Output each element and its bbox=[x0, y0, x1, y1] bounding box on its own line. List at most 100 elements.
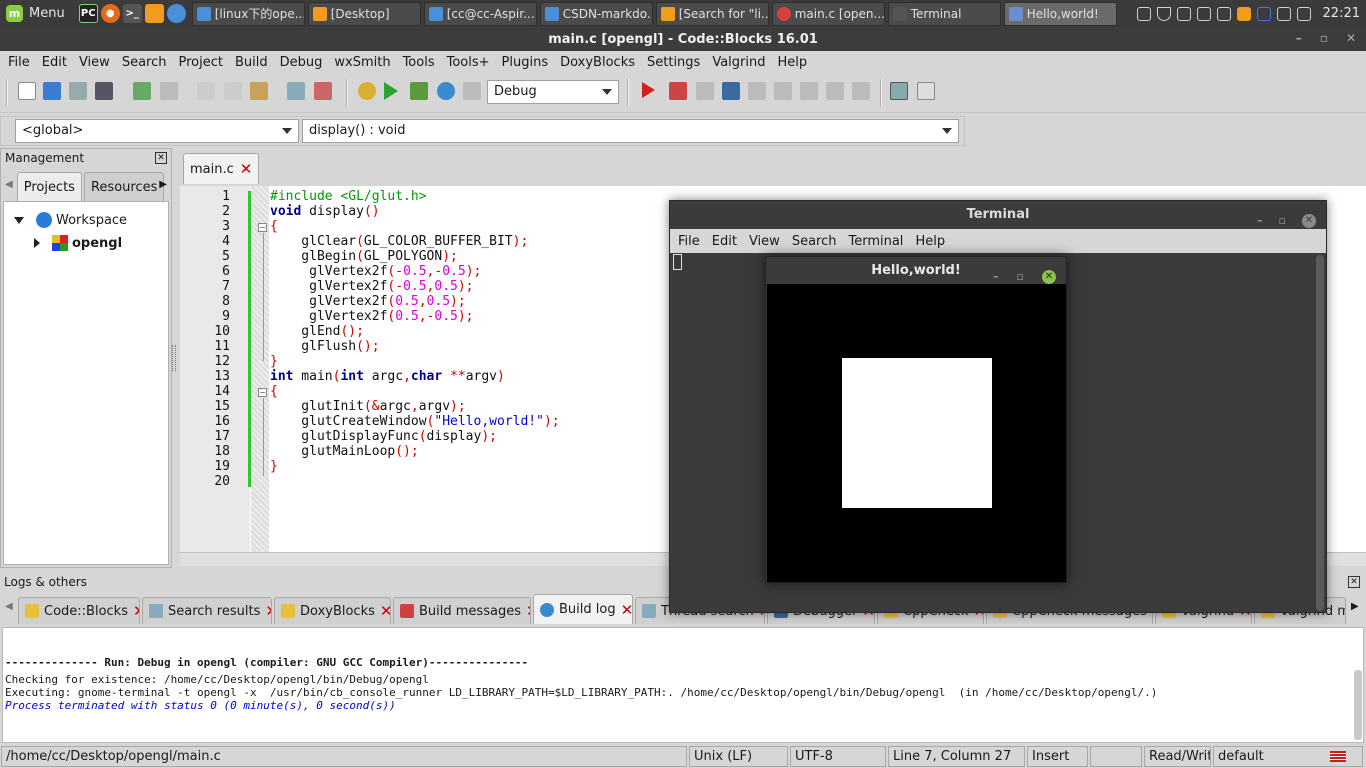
opengl-canvas[interactable] bbox=[767, 284, 1066, 582]
step-out-icon[interactable] bbox=[748, 82, 766, 100]
close-tab-icon[interactable]: ✕ bbox=[621, 601, 632, 619]
taskbar-item[interactable]: [Desktop] bbox=[307, 1, 421, 26]
abort-icon[interactable] bbox=[463, 82, 481, 100]
scroll-right-icon[interactable]: ▶ bbox=[1351, 601, 1359, 612]
menu-file[interactable]: File bbox=[2, 55, 36, 70]
stop-icon[interactable] bbox=[852, 82, 870, 100]
build-gear-icon[interactable] bbox=[358, 82, 376, 100]
log-scrollbar[interactable] bbox=[1354, 670, 1362, 740]
replace-icon[interactable] bbox=[314, 82, 332, 100]
terminal-launcher-icon[interactable]: >_ bbox=[122, 4, 142, 23]
close-tab-icon[interactable]: ✕ bbox=[133, 602, 139, 620]
tree-node-workspace[interactable]: Workspace bbox=[14, 212, 127, 228]
taskbar-item[interactable]: Hello,world! bbox=[1003, 1, 1117, 26]
tab-search-results[interactable]: Search results✕ bbox=[142, 597, 272, 624]
build-target-select[interactable]: Debug bbox=[487, 80, 619, 104]
keyboard-icon[interactable] bbox=[1216, 6, 1231, 21]
rebuild-icon[interactable] bbox=[437, 82, 455, 100]
info-icon[interactable] bbox=[917, 82, 935, 100]
scroll-left-icon[interactable]: ◀ bbox=[5, 179, 13, 190]
pycharm-icon[interactable]: PC bbox=[78, 4, 98, 23]
close-tab-icon[interactable]: ✕ bbox=[265, 602, 271, 620]
taskbar-item[interactable]: CSDN-markdo... bbox=[539, 1, 653, 26]
collapse-arrow-icon[interactable] bbox=[34, 238, 40, 248]
menu-debug[interactable]: Debug bbox=[274, 55, 329, 70]
tab-doxyblocks[interactable]: DoxyBlocks✕ bbox=[274, 597, 391, 624]
menu-help[interactable]: Help bbox=[772, 55, 814, 70]
save-all-icon[interactable] bbox=[95, 82, 113, 100]
build-log-output[interactable]: -------------- Run: Debug in opengl (com… bbox=[2, 627, 1364, 743]
maximize-icon[interactable]: ▫ bbox=[1320, 31, 1328, 45]
battery-icon[interactable] bbox=[1196, 6, 1211, 21]
menu-view[interactable]: View bbox=[73, 55, 116, 70]
menu-project[interactable]: Project bbox=[172, 55, 228, 70]
next-instruction-icon[interactable] bbox=[774, 82, 792, 100]
network-icon[interactable] bbox=[1296, 6, 1311, 21]
menu-edit[interactable]: Edit bbox=[36, 55, 73, 70]
tab-resources[interactable]: Resources bbox=[83, 172, 165, 201]
function-select[interactable]: display() : void bbox=[302, 119, 959, 143]
tab-main-c[interactable]: main.c ✕ bbox=[183, 153, 260, 184]
bluetooth-icon[interactable] bbox=[1276, 6, 1291, 21]
chromium-icon[interactable] bbox=[166, 4, 186, 23]
close-icon[interactable]: ✕ bbox=[1346, 31, 1356, 45]
fold-toggle-icon[interactable]: − bbox=[258, 223, 267, 232]
cut-icon[interactable] bbox=[197, 82, 215, 100]
maximize-icon[interactable]: ▫ bbox=[1279, 207, 1286, 235]
undo-icon[interactable] bbox=[133, 82, 151, 100]
taskbar-item[interactable]: [linux下的ope... bbox=[191, 1, 305, 26]
tab-projects[interactable]: Projects bbox=[16, 172, 82, 201]
intel-icon[interactable] bbox=[1256, 6, 1271, 21]
terminal-scrollbar[interactable] bbox=[1316, 255, 1324, 611]
menu-tools-plus[interactable]: Tools+ bbox=[441, 55, 496, 70]
folder-icon[interactable] bbox=[144, 4, 164, 23]
build-run-icon[interactable] bbox=[410, 82, 428, 100]
close-icon[interactable]: ✕ bbox=[1348, 576, 1360, 588]
close-icon[interactable]: ✕ bbox=[155, 152, 167, 164]
close-tab-icon[interactable]: ✕ bbox=[526, 602, 530, 620]
menu-doxyblocks[interactable]: DoxyBlocks bbox=[554, 55, 641, 70]
wifi-icon[interactable] bbox=[1156, 6, 1171, 21]
redo-icon[interactable] bbox=[160, 82, 178, 100]
run-to-cursor-icon[interactable] bbox=[669, 82, 687, 100]
tab-build-messages[interactable]: Build messages✕ bbox=[393, 597, 531, 624]
tab-codeblocks[interactable]: Code::Blocks✕ bbox=[18, 597, 140, 624]
terminal-menu-terminal[interactable]: Terminal bbox=[842, 234, 909, 249]
close-tab-icon[interactable]: ✕ bbox=[240, 160, 253, 178]
terminal-menu-help[interactable]: Help bbox=[909, 234, 951, 249]
debug-run-icon[interactable] bbox=[642, 82, 655, 98]
scroll-right-icon[interactable]: ▶ bbox=[159, 179, 167, 190]
fold-toggle-icon[interactable]: − bbox=[258, 388, 267, 397]
open-icon[interactable] bbox=[43, 82, 61, 100]
update-shield-icon[interactable] bbox=[1236, 6, 1251, 21]
firefox-icon[interactable]: ● bbox=[100, 4, 120, 23]
menu-search[interactable]: Search bbox=[116, 55, 173, 70]
clipboard-icon[interactable] bbox=[1136, 6, 1151, 21]
tree-node-project[interactable]: opengl bbox=[34, 235, 122, 251]
step-into-icon[interactable] bbox=[722, 82, 740, 100]
step-into-instruction-icon[interactable] bbox=[800, 82, 818, 100]
find-icon[interactable] bbox=[287, 82, 305, 100]
taskbar-item[interactable]: main.c [open... bbox=[771, 1, 885, 26]
pause-icon[interactable] bbox=[826, 82, 844, 100]
terminal-menu-view[interactable]: View bbox=[743, 234, 786, 249]
clock[interactable]: 22:21 bbox=[1323, 6, 1360, 21]
new-file-icon[interactable] bbox=[18, 82, 36, 100]
menu-valgrind[interactable]: Valgrind bbox=[706, 55, 771, 70]
terminal-menu-search[interactable]: Search bbox=[786, 234, 843, 249]
scope-select[interactable]: <global> bbox=[15, 119, 299, 143]
close-icon[interactable]: ✕ bbox=[1302, 214, 1316, 228]
splitter-handle[interactable] bbox=[172, 345, 176, 371]
copy-icon[interactable] bbox=[224, 82, 242, 100]
paste-icon[interactable] bbox=[250, 82, 268, 100]
taskbar-item[interactable]: [Search for "li... bbox=[655, 1, 769, 26]
terminal-menu-file[interactable]: File bbox=[672, 234, 706, 249]
expand-arrow-icon[interactable] bbox=[14, 216, 24, 224]
debug-windows-icon[interactable] bbox=[890, 82, 908, 100]
taskbar-item[interactable]: Terminal bbox=[887, 1, 1001, 26]
tab-build-log[interactable]: Build log ✕ bbox=[533, 594, 633, 624]
minimize-icon[interactable]: – bbox=[1296, 31, 1302, 45]
run-icon[interactable] bbox=[384, 82, 398, 100]
scroll-left-icon[interactable]: ◀ bbox=[5, 601, 13, 612]
menu-tools[interactable]: Tools bbox=[397, 55, 441, 70]
